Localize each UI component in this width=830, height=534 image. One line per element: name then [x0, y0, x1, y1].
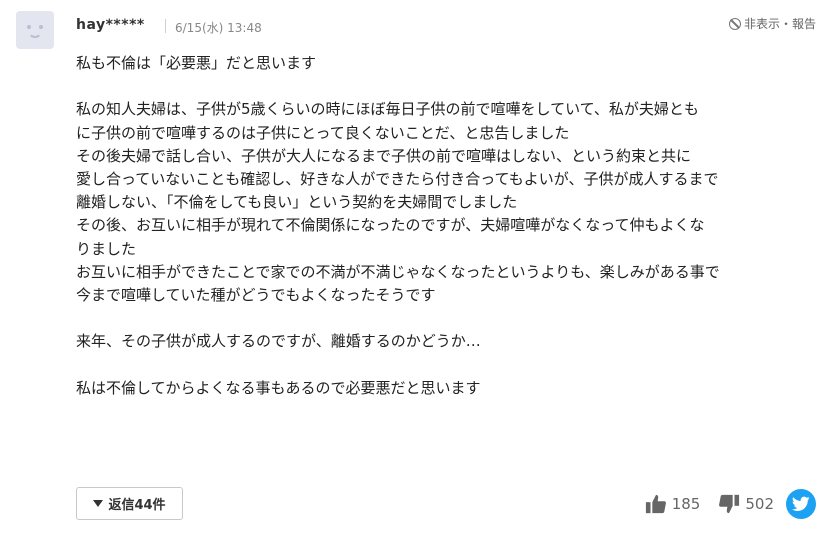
- thumbs-up-icon: [645, 494, 666, 514]
- username[interactable]: hay*****: [76, 17, 145, 33]
- hide-report-link[interactable]: 非表示・報告: [728, 15, 816, 32]
- comment-line: お互いに相手ができたことで家での不満が不満じゃなくなったというよりも、楽しみがあ…: [76, 262, 720, 281]
- comment-body: 私も不倫は「必要悪」だと思います私の知人夫婦は、子供が5歳くらいの時にほぼ毎日子…: [76, 52, 816, 400]
- comment-line: その後、お互いに相手が現れて不倫関係になったのですが、夫婦喧嘩がなくなって仲もよ…: [76, 216, 705, 235]
- comment-line: その後夫婦で話し合い、子供が大人になるまで子供の前で喧嘩はしない、という約束と共…: [76, 146, 692, 165]
- reply-button[interactable]: 返信44件: [76, 487, 183, 520]
- dislike-button[interactable]: 502: [718, 493, 774, 515]
- avatar-mouth: [28, 28, 42, 38]
- comment-date: 6/15(水) 13:48: [175, 21, 262, 35]
- comment-line: 離婚しない、「不倫をしても良い」という契約を夫婦間でしました: [76, 193, 518, 212]
- thumbs-down-icon: [719, 494, 740, 514]
- reply-label: 返信44件: [108, 498, 166, 513]
- hide-report-label: 非表示・報告: [743, 17, 816, 31]
- like-count: 185: [671, 495, 701, 513]
- header-divider: [165, 19, 166, 33]
- comment-line: りました: [76, 239, 137, 258]
- ban-icon: [728, 17, 741, 30]
- avatar[interactable]: [16, 11, 54, 49]
- comment-line: 来年、その子供が成人するのですが、離婚するのかどうか…: [76, 332, 481, 351]
- twitter-share-button[interactable]: [786, 489, 816, 519]
- comment-line: に子供の前で喧嘩するのは子供にとって良くないことだ、と忠告しました: [76, 123, 570, 142]
- comment-line: 愛し合っていないことも確認し、好きな人ができたら付き合ってもよいが、子供が成人す…: [76, 169, 719, 188]
- comment-line: 私も不倫は「必要悪」だと思います: [76, 54, 317, 72]
- vote-bar: 185 502: [645, 493, 774, 515]
- comment-line: 今まで喧嘩していた種がどうでもよくなったそうです: [76, 285, 436, 304]
- comment-line: 私は不倫してからよくなる事もあるので必要悪だと思います: [76, 378, 481, 397]
- twitter-icon: [792, 496, 810, 511]
- triangle-down-icon: [93, 500, 104, 507]
- like-button[interactable]: 185: [645, 493, 701, 515]
- comment-line: 私の知人夫婦は、子供が5歳くらいの時にほぼ毎日子供の前で喧嘩をしていて、私が夫婦…: [76, 100, 699, 119]
- dislike-count: 502: [745, 495, 774, 513]
